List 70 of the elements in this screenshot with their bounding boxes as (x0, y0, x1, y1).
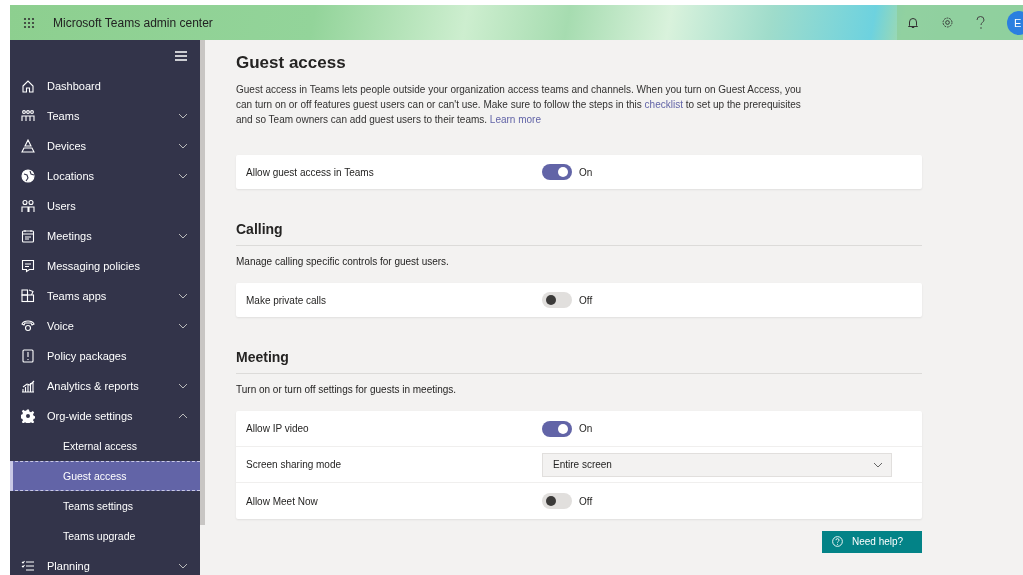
nav-item[interactable]: Planning (10, 551, 200, 575)
toggle-state: On (579, 166, 593, 178)
calendar-icon (21, 229, 35, 243)
user-avatar[interactable]: E (1007, 10, 1023, 35)
chevron-down-icon (178, 323, 188, 329)
chevron-down-icon (178, 143, 188, 149)
toggle-switch[interactable] (542, 164, 572, 180)
setting-label: Make private calls (246, 294, 328, 306)
link[interactable]: checklist (644, 99, 683, 110)
section-heading: Meeting (236, 349, 922, 374)
nav-item[interactable]: Meetings (10, 221, 200, 251)
message-icon (21, 259, 35, 273)
chevron-down-icon (178, 563, 188, 569)
globe-icon (21, 169, 35, 183)
section-description: Turn on or turn off settings for guests in meetings. (236, 384, 458, 395)
chevron-down-icon (873, 461, 883, 468)
nav-subitem[interactable]: Teams upgrade (10, 521, 200, 551)
chevron-down-icon (178, 173, 188, 179)
menu-icon[interactable] (175, 50, 187, 61)
chevron-down-icon (178, 383, 188, 389)
settings-icon[interactable] (941, 16, 954, 29)
chevron-up-icon (178, 413, 188, 419)
dropdown[interactable]: Entire screen (542, 452, 892, 477)
nav-subitem[interactable]: Teams settings (10, 491, 200, 521)
nav-subitem[interactable]: External access (10, 431, 200, 461)
toggle-switch[interactable] (542, 420, 572, 437)
toggle-state: Off (579, 495, 593, 507)
list-icon (21, 559, 35, 573)
nav-subitem[interactable]: Guest access (10, 461, 200, 491)
people-icon (21, 109, 35, 123)
nav-item[interactable]: Teams apps (10, 281, 200, 311)
nav-item[interactable]: Messaging policies (10, 251, 200, 281)
section-description: Manage calling specific controls for guest users. (236, 256, 450, 267)
link[interactable]: Learn more (489, 114, 541, 125)
setting-label: Allow IP video (246, 423, 310, 434)
app-title: Microsoft Teams admin center (53, 15, 213, 30)
app-launcher-icon[interactable] (23, 16, 35, 29)
nav-item[interactable]: Teams (10, 101, 200, 131)
setting-label: Allow guest access in Teams (246, 166, 375, 178)
gear-icon (21, 409, 35, 423)
nav-item[interactable]: Users (10, 191, 200, 221)
section-heading: Calling (236, 221, 922, 246)
nav-item[interactable]: Org-wide settings (10, 401, 200, 431)
phone-icon (21, 319, 35, 333)
help-icon[interactable] (976, 15, 985, 30)
setting-label: Allow Meet Now (246, 495, 319, 507)
toggle-state: Off (579, 294, 593, 306)
toggle-state: On (579, 423, 593, 434)
home-icon (21, 79, 35, 93)
toggle-switch[interactable] (542, 292, 572, 308)
page-title: Guest access (236, 53, 347, 73)
toggle-switch[interactable] (542, 493, 572, 509)
users-icon (21, 199, 35, 213)
policy-icon (21, 349, 35, 363)
chevron-down-icon (178, 113, 188, 119)
chart-icon (21, 379, 35, 393)
chevron-down-icon (178, 233, 188, 239)
nav-item[interactable]: Analytics & reports (10, 371, 200, 401)
setting-label: Screen sharing mode (246, 459, 343, 470)
help-button[interactable]: Need help? (822, 531, 922, 553)
chevron-down-icon (178, 293, 188, 299)
help-icon (832, 536, 843, 547)
nav-item[interactable]: Devices (10, 131, 200, 161)
nav-item[interactable]: Policy packages (10, 341, 200, 371)
nav-item[interactable]: Locations (10, 161, 200, 191)
apps-icon (21, 289, 35, 303)
nav-item[interactable]: Dashboard (10, 71, 200, 101)
nav-item[interactable]: Voice (10, 311, 200, 341)
bell-icon[interactable] (907, 16, 919, 29)
intro-text: Guest access in Teams lets people outside your organization access teams and channels. When you turn on Guest Access, you can turn on or off features guest users can or can't use. Make sure to follow the steps in this checklist to set up the prerequisites and so Team owners can add guest users to their teams. Learn more (236, 83, 803, 127)
